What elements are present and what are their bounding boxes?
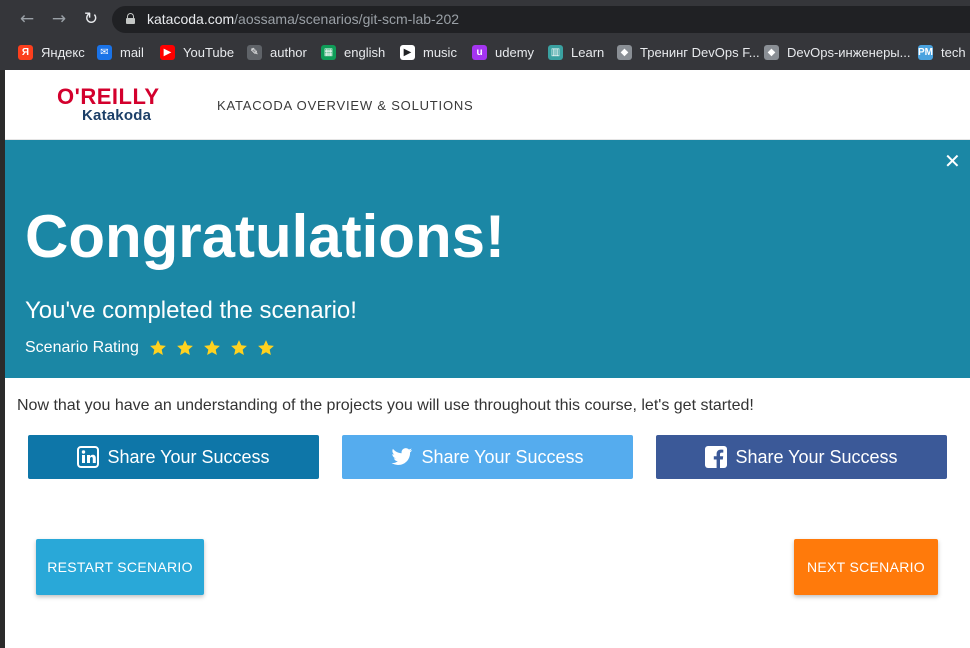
star-icon[interactable]	[149, 339, 167, 357]
lock-icon	[126, 13, 135, 24]
share-facebook-button[interactable]: Share Your Success	[656, 435, 947, 479]
bookmark-item[interactable]: Я Яндекс	[18, 43, 85, 61]
bookmark-label: tech	[941, 44, 966, 60]
play-icon: ▶	[400, 44, 415, 60]
bookmark-label: Яндекс	[41, 44, 85, 60]
twitter-icon	[391, 446, 413, 468]
forward-icon[interactable]: →	[48, 8, 70, 30]
url-text[interactable]: katacoda.com/aossama/scenarios/git-scm-l…	[147, 11, 459, 27]
completion-message: Now that you have an understanding of th…	[17, 397, 754, 414]
share-linkedin-button[interactable]: Share Your Success	[28, 435, 319, 479]
bookmark-label: YouTube	[183, 44, 235, 60]
back-icon[interactable]: ←	[16, 8, 38, 30]
yandex-icon: Я	[18, 44, 33, 60]
next-scenario-button[interactable]: NEXT SCENARIO	[794, 539, 938, 595]
congratulations-banner: ✕ Congratulations! You've completed the …	[5, 140, 970, 378]
bookmark-label: Тренинг DevOps F...	[640, 44, 760, 60]
graduation-cap-icon: ◆	[764, 44, 779, 60]
facebook-icon	[705, 446, 728, 468]
bookmark-item[interactable]: ▶ YouTube	[160, 43, 234, 61]
scenario-rating: Scenario Rating	[25, 339, 284, 357]
address-bar[interactable]: katacoda.com/aossama/scenarios/git-scm-l…	[112, 6, 970, 33]
bookmark-item[interactable]: ✉ mail	[97, 43, 144, 61]
banner-subtitle: You've completed the scenario!	[25, 297, 357, 324]
star-icon[interactable]	[203, 339, 221, 357]
rating-stars[interactable]	[149, 339, 284, 357]
katacoda-logo[interactable]: Katakoda	[82, 107, 151, 124]
youtube-icon: ▶	[160, 44, 175, 60]
banner-title: Congratulations!	[25, 203, 505, 270]
linkedin-icon	[77, 446, 100, 468]
star-icon[interactable]	[230, 339, 248, 357]
bookmark-item[interactable]: ✎ author	[247, 43, 307, 61]
url-host: katacoda.com	[147, 11, 235, 27]
bookmark-item[interactable]: u udemy	[472, 43, 534, 61]
nav-overview-link[interactable]: KATACODA OVERVIEW & SOLUTIONS	[217, 98, 474, 113]
page: O'REILLY Katakoda KATACODA OVERVIEW & SO…	[5, 70, 970, 648]
share-twitter-label: Share Your Success	[421, 446, 584, 467]
site-header: O'REILLY Katakoda KATACODA OVERVIEW & SO…	[5, 70, 970, 140]
restart-scenario-button[interactable]: RESTART SCENARIO	[36, 539, 204, 595]
star-icon[interactable]	[257, 339, 275, 357]
pm-icon: PM	[918, 44, 933, 60]
rating-label: Scenario Rating	[25, 339, 139, 356]
bookmark-label: Learn	[571, 44, 605, 60]
bookmark-item[interactable]: ◆ DevOps-инженеры...	[764, 43, 910, 61]
sheets-icon: ▦	[321, 44, 336, 60]
browser-chrome: ← → ↻ katacoda.com/aossama/scenarios/git…	[0, 0, 970, 70]
bookmarks-bar: Я Яндекс ✉ mail ▶ YouTube ✎ author ▦ english ▶ musi…	[0, 38, 970, 66]
share-linkedin-label: Share Your Success	[107, 446, 270, 467]
share-twitter-button[interactable]: Share Your Success	[342, 435, 633, 479]
share-facebook-label: Share Your Success	[735, 446, 898, 467]
mail-icon: ✉	[97, 44, 112, 60]
bookmark-label: udemy	[495, 44, 535, 60]
udemy-icon: u	[472, 44, 487, 60]
reload-icon[interactable]: ↻	[80, 8, 102, 30]
bookmark-item[interactable]: ▶ music	[400, 43, 457, 61]
bookmark-label: author	[270, 44, 307, 60]
close-icon[interactable]: ✕	[944, 149, 961, 173]
bookmark-label: english	[344, 44, 386, 60]
bookmark-label: music	[423, 44, 457, 60]
bookmark-item[interactable]: ◆ Тренинг DevOps F...	[617, 43, 760, 61]
bookmark-label: mail	[120, 44, 144, 60]
author-icon: ✎	[247, 44, 262, 60]
url-path: /aossama/scenarios/git-scm-lab-202	[234, 11, 460, 27]
bookmark-item[interactable]: ▦ english	[321, 43, 385, 61]
graduation-cap-icon: ◆	[617, 44, 632, 60]
learn-icon: ▥	[548, 44, 563, 60]
bookmark-item[interactable]: PM tech	[918, 43, 966, 61]
star-icon[interactable]	[176, 339, 194, 357]
bookmark-item[interactable]: ▥ Learn	[548, 43, 604, 61]
bookmark-label: DevOps-инженеры...	[787, 44, 911, 60]
